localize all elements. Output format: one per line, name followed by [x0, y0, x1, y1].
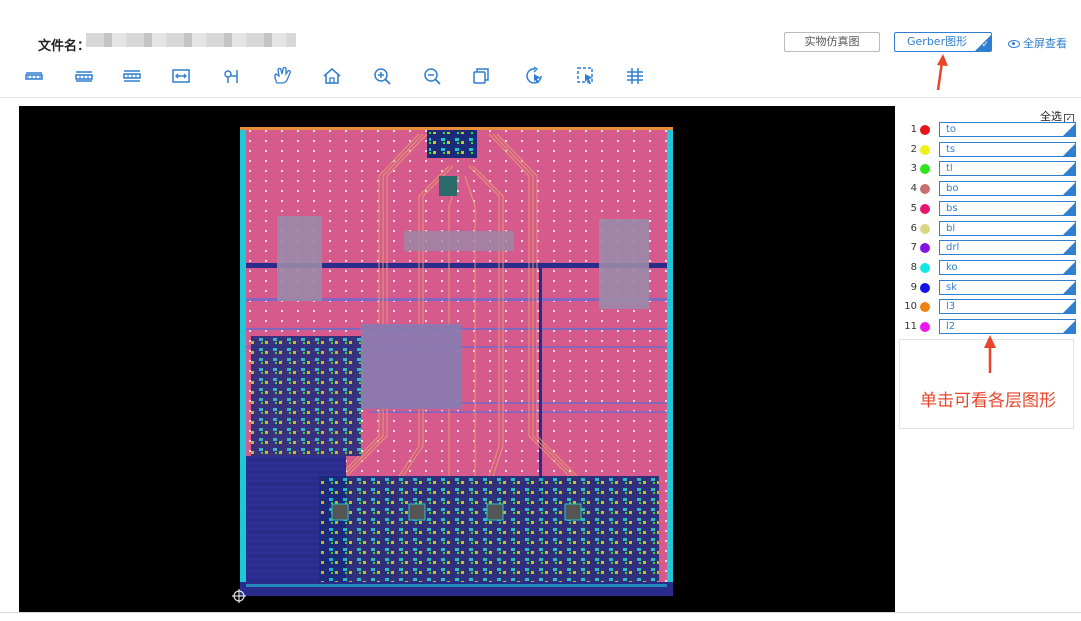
box-select-icon[interactable]	[576, 66, 596, 86]
layer-color-dot	[920, 262, 930, 273]
gerber-viewer-window: 文件名： 实物仿真图 Gerber图形 ✓ 全屏查看 全选 ✓ 1 to 2 t…	[0, 0, 1081, 621]
gerber-canvas[interactable]	[19, 106, 895, 613]
layer-button-ko[interactable]: ko	[939, 259, 1076, 275]
layer-number: 5	[910, 202, 917, 214]
layer-number: 10	[904, 301, 917, 313]
layer-number: 4	[910, 183, 917, 195]
layer-number: 11	[904, 321, 917, 332]
gerber-graphic-label: Gerber图形	[907, 35, 968, 48]
probe-icon[interactable]	[222, 66, 242, 86]
layer-name: bl	[946, 222, 956, 234]
eye-icon	[1008, 40, 1020, 48]
layer-name: to	[946, 124, 957, 135]
layer-name: ko	[946, 261, 958, 273]
layer-name: l3	[946, 301, 956, 313]
layer-toggle-3-icon[interactable]	[122, 66, 142, 86]
layer-toggle-1-icon[interactable]	[24, 66, 44, 86]
layer-row-ts[interactable]: 2 ts	[900, 141, 1078, 158]
gerber-graphic-button[interactable]: Gerber图形 ✓	[894, 32, 992, 52]
layer-row-ko[interactable]: 8 ko	[900, 259, 1078, 276]
copy-icon[interactable]	[471, 66, 491, 86]
home-icon[interactable]	[322, 66, 342, 86]
annotation-arrow-gerber	[936, 54, 948, 91]
layer-color-dot	[920, 322, 930, 332]
layer-color-dot	[920, 282, 930, 293]
layer-color-dot	[920, 184, 930, 195]
layer-name: tl	[946, 163, 953, 175]
layer-selected-corner-icon	[1063, 222, 1075, 235]
layer-number: 9	[910, 281, 917, 293]
file-name-label: 文件名：	[38, 39, 91, 54]
file-name-value-redacted	[86, 33, 296, 47]
layer-button-bl[interactable]: bl	[939, 220, 1076, 236]
bottom-divider	[0, 612, 1081, 613]
layer-name: l2	[946, 321, 956, 332]
layer-selected-corner-icon	[1063, 143, 1075, 156]
annotation-hint-text: 单击可看各层图形	[920, 391, 1056, 411]
layer-name: drl	[946, 242, 960, 254]
layer-selected-corner-icon	[1063, 163, 1075, 176]
measure-icon[interactable]	[171, 66, 191, 86]
layer-name: bo	[946, 183, 959, 195]
layer-selected-corner-icon	[1063, 261, 1075, 274]
layer-selected-corner-icon	[1063, 321, 1075, 333]
layer-selected-corner-icon	[1063, 124, 1075, 136]
layer-selected-corner-icon	[1063, 301, 1075, 314]
fullscreen-label: 全屏查看	[1023, 37, 1067, 50]
layer-color-dot	[920, 223, 930, 234]
annotation-arrow-layers	[984, 335, 996, 373]
layer-number: 6	[910, 222, 917, 234]
rotate-select-icon[interactable]	[525, 66, 545, 86]
layer-color-dot	[920, 125, 930, 135]
layer-number: 2	[910, 143, 917, 155]
layer-row-drl[interactable]: 7 drl	[900, 240, 1078, 256]
layer-button-sk[interactable]: sk	[939, 279, 1076, 295]
layer-selected-corner-icon	[1063, 242, 1075, 255]
layer-name: ts	[946, 143, 956, 155]
layer-row-l3[interactable]: 10 l3	[900, 299, 1078, 315]
toolbar-divider	[0, 97, 1081, 98]
layer-selected-corner-icon	[1063, 202, 1075, 215]
layer-selected-corner-icon	[1063, 281, 1075, 294]
layer-row-bs[interactable]: 5 bs	[900, 200, 1078, 217]
layer-number: 7	[910, 242, 917, 254]
layer-toggle-2-icon[interactable]	[74, 66, 94, 86]
layer-button-bo[interactable]: bo	[939, 181, 1076, 197]
layer-button-drl[interactable]: drl	[939, 240, 1076, 256]
layer-color-dot	[920, 302, 930, 313]
pan-icon[interactable]	[272, 66, 292, 86]
zoom-in-icon[interactable]	[372, 66, 392, 86]
layer-number: 8	[910, 261, 917, 273]
layer-row-sk[interactable]: 9 sk	[900, 279, 1078, 296]
zoom-out-icon[interactable]	[422, 66, 442, 86]
layer-row-bl[interactable]: 6 bl	[900, 220, 1078, 237]
layer-selected-corner-icon	[1063, 183, 1075, 196]
layer-button-tl[interactable]: tl	[939, 161, 1076, 177]
layer-color-dot	[920, 243, 930, 254]
grid-icon[interactable]	[625, 66, 645, 86]
check-icon: ✓	[981, 40, 989, 50]
layer-number: 1	[910, 124, 917, 135]
layer-name: bs	[946, 202, 958, 214]
physical-simulation-button[interactable]: 实物仿真图	[784, 32, 880, 52]
layer-color-dot	[920, 203, 930, 214]
pcb-board-render	[232, 127, 673, 603]
layer-row-to[interactable]: 1 to	[900, 122, 1078, 138]
layer-number: 3	[910, 163, 917, 175]
layer-button-to[interactable]: to	[939, 122, 1076, 137]
layer-name: sk	[946, 281, 958, 293]
layer-color-dot	[920, 144, 930, 155]
layer-row-tl[interactable]: 3 tl	[900, 161, 1078, 177]
layer-row-bo[interactable]: 4 bo	[900, 181, 1078, 197]
layer-button-bs[interactable]: bs	[939, 200, 1076, 216]
layer-button-ts[interactable]: ts	[939, 141, 1076, 157]
fullscreen-view-link[interactable]: 全屏查看	[1008, 35, 1067, 51]
layer-button-l2[interactable]: l2	[939, 319, 1076, 334]
layer-button-l3[interactable]: l3	[939, 299, 1076, 315]
layer-color-dot	[920, 164, 930, 175]
